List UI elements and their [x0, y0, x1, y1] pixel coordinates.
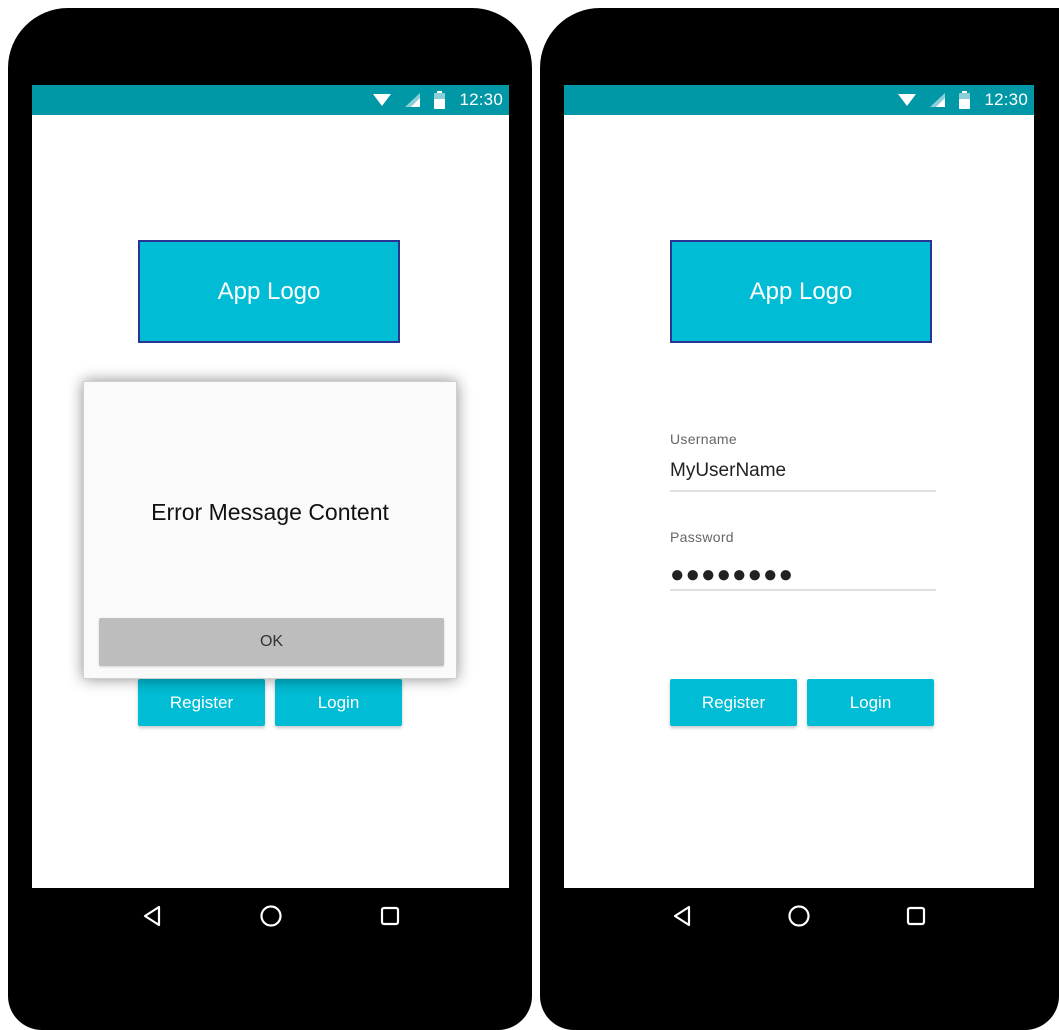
screen-right: 12:30 App Logo Username MyUserName Passw… [564, 85, 1034, 888]
signal-icon [405, 93, 421, 107]
status-bar: 12:30 [564, 85, 1034, 115]
status-time: 12:30 [459, 90, 503, 109]
wifi-icon [898, 93, 917, 107]
username-label: Username [670, 431, 737, 447]
signal-icon [930, 93, 946, 107]
home-icon[interactable] [257, 902, 285, 930]
login-button[interactable]: Login [807, 679, 934, 726]
battery-icon [959, 91, 971, 109]
back-icon[interactable] [668, 902, 696, 930]
recents-icon[interactable] [376, 902, 404, 930]
back-icon[interactable] [138, 902, 166, 930]
wifi-icon [373, 93, 392, 107]
register-button[interactable]: Register [670, 679, 797, 726]
phone-right: 12:30 App Logo Username MyUserName Passw… [540, 8, 1059, 1030]
navigation-bar [32, 888, 509, 944]
battery-icon [434, 91, 446, 109]
error-dialog: Error Message Content OK [83, 381, 457, 679]
password-input[interactable]: ●●●●●●●● [670, 563, 936, 591]
password-label: Password [670, 529, 734, 545]
username-input[interactable]: MyUserName [670, 460, 936, 492]
status-time: 12:30 [984, 90, 1028, 109]
register-button[interactable]: Register [138, 679, 265, 726]
ok-button[interactable]: OK [99, 618, 444, 666]
home-icon[interactable] [785, 902, 813, 930]
app-logo: App Logo [138, 240, 400, 343]
navigation-bar [564, 888, 1034, 944]
app-logo: App Logo [670, 240, 932, 343]
status-bar: 12:30 [32, 85, 509, 115]
phone-left: 12:30 App Logo Register Login Error Mess… [8, 8, 532, 1030]
login-button[interactable]: Login [275, 679, 402, 726]
error-message: Error Message Content [151, 499, 389, 525]
recents-icon[interactable] [902, 902, 930, 930]
screen-left: 12:30 App Logo Register Login Error Mess… [32, 85, 509, 888]
